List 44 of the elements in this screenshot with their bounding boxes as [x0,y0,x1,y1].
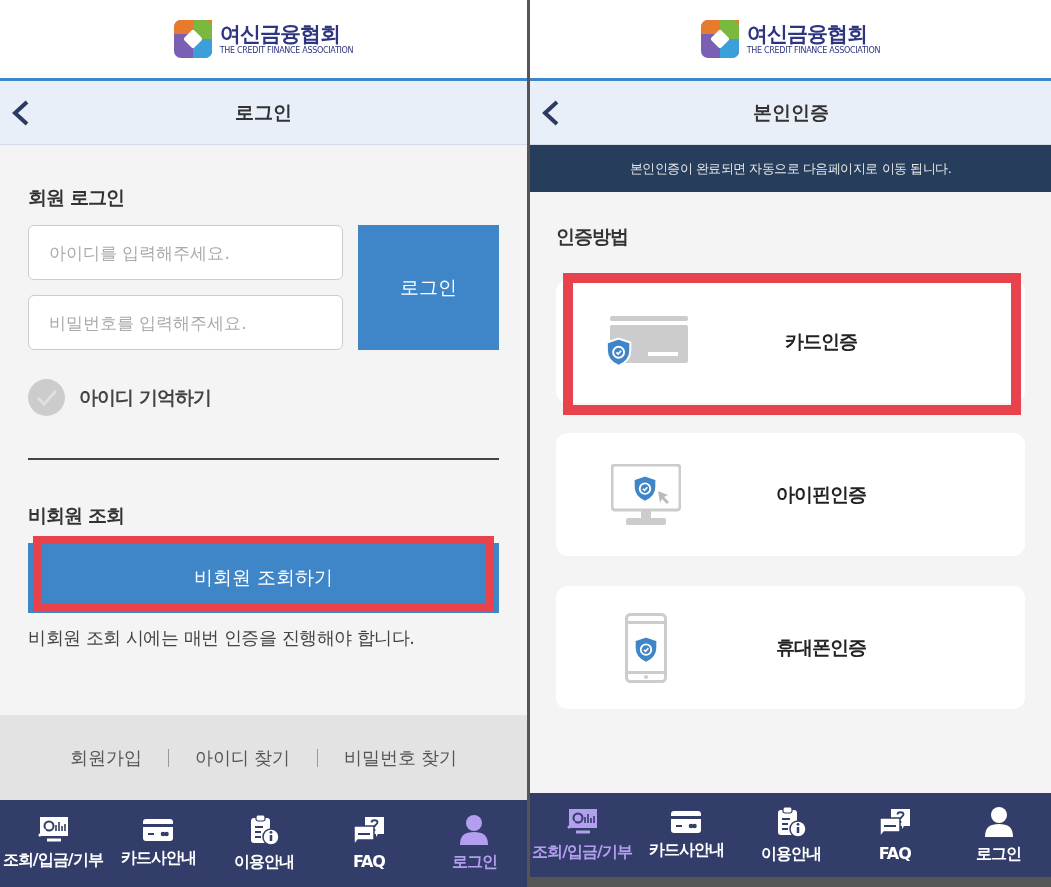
chart-monitor-icon [565,807,600,836]
checkbox[interactable] [28,379,65,416]
page-title: 로그인 [235,99,292,125]
chat-question-icon [352,816,385,846]
nav-tab[interactable]: 이용안내 [738,805,843,865]
input-field[interactable]: 비밀번호를 입력해주세요. [28,295,343,350]
shielded-phone-icon [625,612,667,683]
input-field[interactable]: 아이디를 입력해주세요. [28,225,343,280]
notice-bar: 본인인증이 완료되면 자동으로 다음페이지로 이동 됩니다. [530,145,1051,192]
shielded-monitor-icon [611,463,681,526]
checkbox-label: 아이디 기억하기 [79,384,211,410]
verification-option[interactable]: 휴대폰인증 [556,586,1025,709]
person-icon [459,814,490,846]
footer-link[interactable]: 회원가입 [69,745,142,770]
nav-tab[interactable]: 카드사안내 [634,809,739,861]
page-title: 본인인증 [752,99,829,125]
section-heading: 인증방법 [556,224,629,249]
logo-icon [173,20,212,58]
shielded-card-icon [604,315,688,368]
guest-note: 비회원 조회 시에는 매번 인증을 진행해야 합니다. [28,626,416,650]
credit-card-icon [670,809,703,834]
person-icon [983,805,1014,838]
logo-text: 여신금융협회 [219,22,341,46]
nav-tab[interactable]: 조회/입금/기부 [0,816,106,871]
nav-tab[interactable]: 로그인 [421,814,528,873]
logo-subtitle: THE CREDIT FINANCE ASSOCIATION [746,46,881,56]
nav-tab[interactable]: 카드사안내 [105,818,211,869]
verification-option[interactable]: 카드인증 [556,280,1025,403]
verification-option[interactable]: 아이핀인증 [556,433,1025,556]
login-button[interactable]: 로그인 [358,225,499,350]
logo-icon [700,20,739,58]
credit-card-icon [142,818,175,842]
nav-tab[interactable]: FAQ [316,816,422,871]
chat-question-icon [878,807,911,838]
section-heading: 회원 로그인 [28,185,125,210]
nav-tab[interactable]: 이용안내 [210,814,317,873]
nav-tab[interactable]: FAQ [842,807,947,863]
nav-tab[interactable]: 조회/입금/기부 [530,807,635,863]
section-heading: 비회원 조회 [28,503,125,528]
footer-link[interactable]: 비밀번호 찾기 [343,745,458,770]
logo-subtitle: THE CREDIT FINANCE ASSOCIATION [219,46,354,56]
footer-link[interactable]: 아이디 찾기 [194,745,291,770]
nav-tab[interactable]: 로그인 [946,805,1051,865]
logo-text: 여신금융협회 [746,22,868,46]
